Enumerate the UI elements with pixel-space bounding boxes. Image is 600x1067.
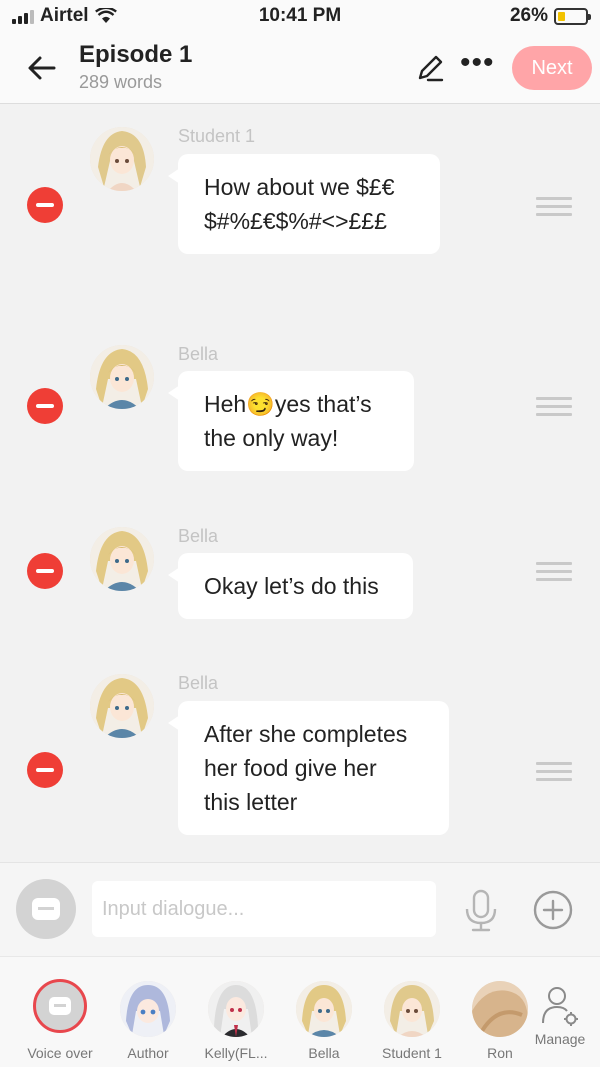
message-line: her food give her	[204, 755, 377, 781]
chat-bubble-icon	[49, 997, 71, 1015]
drag-handle-icon[interactable]	[536, 197, 572, 217]
word-count: 289 words	[79, 72, 163, 92]
status-bar: Airtel 10:41 PM 26%	[0, 0, 600, 34]
voice-over-character-button[interactable]	[33, 979, 87, 1033]
speaker-name: Bella	[178, 526, 219, 546]
message-line: How about we $£€	[204, 174, 395, 200]
character-label: Author	[127, 1045, 169, 1061]
battery-icon	[554, 7, 591, 25]
drag-handle-icon[interactable]	[536, 397, 572, 417]
voice-over-toggle-button[interactable]	[16, 879, 76, 939]
speaker-name: Bella	[178, 673, 219, 693]
avatar-ron	[472, 981, 528, 1037]
manage-user-gear-icon	[542, 987, 578, 1026]
message-line: Okay let’s do this	[204, 573, 379, 599]
microphone-icon[interactable]	[462, 889, 500, 933]
edit-pencil-icon[interactable]	[414, 52, 446, 84]
avatar-bella	[90, 527, 154, 591]
avatar-bella	[90, 674, 154, 738]
avatar-bella	[90, 345, 154, 409]
manage-label: Manage	[534, 1031, 586, 1047]
remove-message-button[interactable]	[27, 388, 63, 424]
character-label: Kelly(FL...	[204, 1045, 268, 1061]
message-line: this letter	[204, 789, 298, 815]
message-bubble[interactable]: Okay let’s do this	[168, 553, 413, 619]
avatar-kelly	[208, 981, 264, 1037]
message-line: After she completes	[204, 721, 408, 747]
drag-handle-icon[interactable]	[536, 762, 572, 782]
speaker-name: Bella	[178, 344, 219, 364]
avatar-student-1	[384, 981, 440, 1037]
back-arrow-icon[interactable]	[24, 50, 60, 86]
remove-message-button[interactable]	[27, 752, 63, 788]
more-options-icon[interactable]: •••	[460, 48, 495, 78]
avatar-student-1	[90, 127, 154, 191]
episode-title: Episode 1	[79, 41, 193, 68]
character-label-voice-over: Voice over	[27, 1045, 93, 1061]
next-button[interactable]: Next	[512, 46, 592, 90]
avatar-bella	[296, 981, 352, 1037]
chat-bubble-icon	[32, 898, 60, 920]
avatar-author	[120, 981, 176, 1037]
dialogue-input-bar	[0, 862, 600, 956]
dialogue-input[interactable]	[92, 881, 436, 937]
character-label: Student 1	[382, 1045, 442, 1061]
speaker-name: Student 1	[178, 126, 256, 146]
message-line: $#%£€$%#<>£££	[204, 208, 387, 234]
message-line: Heh😏yes that’s	[204, 391, 372, 417]
character-selector-bar: Voice over Author Kelly(FL... Bella Stud…	[0, 956, 600, 1067]
remove-message-button[interactable]	[27, 187, 63, 223]
character-label: Bella	[308, 1045, 340, 1061]
character-label: Ron	[487, 1045, 513, 1061]
battery-percent: 26%	[509, 5, 548, 26]
manage-characters-button[interactable]: Manage	[532, 985, 588, 1047]
message-bubble[interactable]: After she completes her food give her th…	[168, 701, 449, 835]
message-bubble[interactable]: Heh😏yes that’s the only way!	[168, 371, 414, 471]
message-bubble[interactable]: How about we $£€ $#%£€$%#<>£££	[168, 154, 440, 254]
add-plus-icon[interactable]	[532, 889, 574, 931]
drag-handle-icon[interactable]	[536, 562, 572, 582]
episode-header: Episode 1 289 words ••• Next	[0, 34, 600, 104]
message-line: the only way!	[204, 425, 339, 451]
remove-message-button[interactable]	[27, 553, 63, 589]
status-right: 26%	[509, 5, 591, 27]
